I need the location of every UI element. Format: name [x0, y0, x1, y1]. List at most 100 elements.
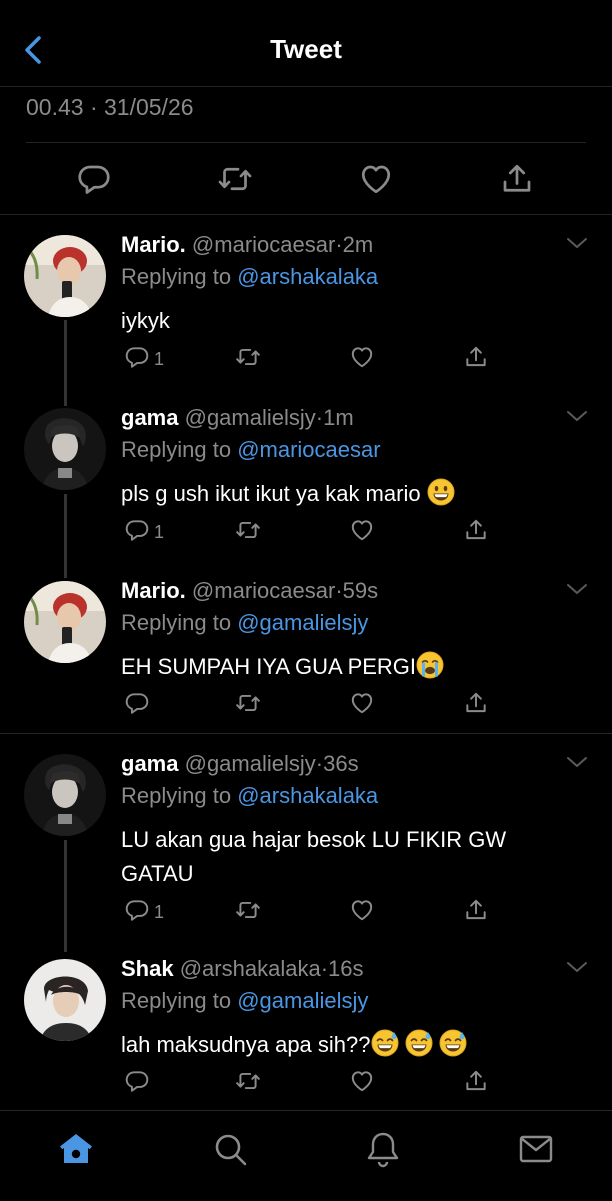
search-icon — [215, 1134, 247, 1166]
replying-to-label: Replying to — [121, 783, 232, 808]
sweat-smile-emoji — [439, 1029, 467, 1057]
home-icon — [60, 1134, 92, 1163]
share-button[interactable] — [462, 344, 490, 370]
avatar[interactable] — [24, 408, 106, 490]
retweet-button[interactable] — [234, 690, 262, 716]
mention-link[interactable]: @mariocaesar — [237, 437, 380, 462]
reply-button[interactable] — [76, 161, 112, 197]
mention-link[interactable]: @arshakalaka — [237, 264, 378, 289]
reply-count: 1 — [154, 522, 165, 542]
reply-button[interactable] — [123, 517, 151, 543]
like-button[interactable] — [358, 161, 394, 197]
comment-icon — [123, 1068, 151, 1094]
mail-icon — [519, 1135, 553, 1163]
reply-button[interactable] — [123, 690, 151, 716]
user-handle[interactable]: @mariocaesar — [192, 578, 335, 603]
user-handle[interactable]: @gamalielsjy — [185, 751, 316, 776]
retweet-icon — [234, 344, 262, 370]
thread-line — [64, 320, 67, 406]
reply-text-content: pls g ush ikut ikut ya kak mario — [121, 481, 421, 506]
reply-header: gama @gamalielsjy·1m — [121, 405, 552, 431]
reply-time: 16s — [328, 956, 364, 981]
like-button[interactable] — [348, 517, 376, 543]
user-handle[interactable]: @mariocaesar — [192, 232, 335, 257]
avatar[interactable] — [24, 581, 106, 663]
chevron-down-icon[interactable] — [566, 755, 588, 769]
reply-button[interactable] — [123, 897, 151, 923]
retweet-icon — [234, 690, 262, 716]
like-button[interactable] — [348, 690, 376, 716]
reply-count: 1 — [154, 902, 165, 922]
reply-text-content: iykyk — [121, 308, 170, 333]
reply-header: Shak @arshakalaka·16s — [121, 956, 552, 982]
user-handle[interactable]: @arshakalaka — [180, 956, 321, 981]
reply-text-content: EH SUMPAH IYA GUA PERGI — [121, 654, 417, 679]
heart-icon — [348, 897, 376, 923]
share-icon — [462, 1068, 490, 1094]
like-button[interactable] — [348, 344, 376, 370]
reply-text-content: LU akan gua hajar besok LU FIKIR GW GATA… — [121, 827, 507, 886]
display-name[interactable]: gama — [121, 751, 178, 776]
replying-to: Replying to @mariocaesar — [121, 437, 381, 463]
retweet-button[interactable] — [217, 161, 253, 197]
share-button[interactable] — [462, 1068, 490, 1094]
sweat-smile-emoji — [405, 1029, 433, 1057]
avatar[interactable] — [24, 235, 106, 317]
retweet-button[interactable] — [234, 1068, 262, 1094]
reply-button[interactable] — [123, 1068, 151, 1094]
share-icon — [462, 344, 490, 370]
chevron-down-icon[interactable] — [566, 960, 588, 974]
reply-count: 1 — [154, 349, 165, 369]
retweet-icon — [234, 1068, 262, 1094]
reply-text: EH SUMPAH IYA GUA PERGI — [121, 650, 561, 684]
comment-icon — [76, 161, 112, 197]
retweet-button[interactable] — [234, 897, 262, 923]
like-button[interactable] — [348, 897, 376, 923]
reply-button[interactable] — [123, 344, 151, 370]
heart-icon — [348, 344, 376, 370]
retweet-button[interactable] — [234, 344, 262, 370]
display-name[interactable]: Mario. — [121, 578, 186, 603]
mention-link[interactable]: @arshakalaka — [237, 783, 378, 808]
comment-icon — [123, 897, 151, 923]
top-bar: Tweet — [0, 0, 612, 87]
avatar[interactable] — [24, 754, 106, 836]
replying-to-label: Replying to — [121, 610, 232, 635]
chevron-down-icon[interactable] — [566, 582, 588, 596]
reply-text: iykyk — [121, 304, 561, 338]
share-button[interactable] — [499, 161, 535, 197]
display-name[interactable]: Shak — [121, 956, 174, 981]
separator-dot: · — [315, 751, 324, 776]
comment-icon — [123, 690, 151, 716]
page-title: Tweet — [270, 34, 342, 64]
like-button[interactable] — [348, 1068, 376, 1094]
comment-icon — [123, 344, 151, 370]
thread-line — [64, 840, 67, 952]
replying-to: Replying to @gamalielsjy — [121, 610, 368, 636]
user-handle[interactable]: @gamalielsjy — [185, 405, 316, 430]
tab-search[interactable] — [210, 1129, 250, 1169]
share-button[interactable] — [462, 897, 490, 923]
reply-text: pls g ush ikut ikut ya kak mario — [121, 477, 561, 511]
display-name[interactable]: Mario. — [121, 232, 186, 257]
replying-to-label: Replying to — [121, 988, 232, 1013]
heart-icon — [358, 161, 394, 197]
mention-link[interactable]: @gamalielsjy — [237, 610, 368, 635]
chevron-down-icon[interactable] — [566, 236, 588, 250]
retweet-icon — [234, 517, 262, 543]
reply-time: 1m — [323, 405, 354, 430]
share-icon — [462, 690, 490, 716]
grinning-face-emoji — [427, 478, 455, 506]
chevron-down-icon[interactable] — [566, 409, 588, 423]
share-button[interactable] — [462, 690, 490, 716]
mention-link[interactable]: @gamalielsjy — [237, 988, 368, 1013]
display-name[interactable]: gama — [121, 405, 178, 430]
comment-icon — [123, 517, 151, 543]
share-button[interactable] — [462, 517, 490, 543]
crying-face-emoji — [416, 651, 444, 679]
avatar[interactable] — [24, 959, 106, 1041]
tab-messages[interactable] — [516, 1129, 556, 1169]
tab-notifications[interactable] — [363, 1129, 403, 1169]
retweet-button[interactable] — [234, 517, 262, 543]
tab-home[interactable] — [56, 1129, 96, 1169]
